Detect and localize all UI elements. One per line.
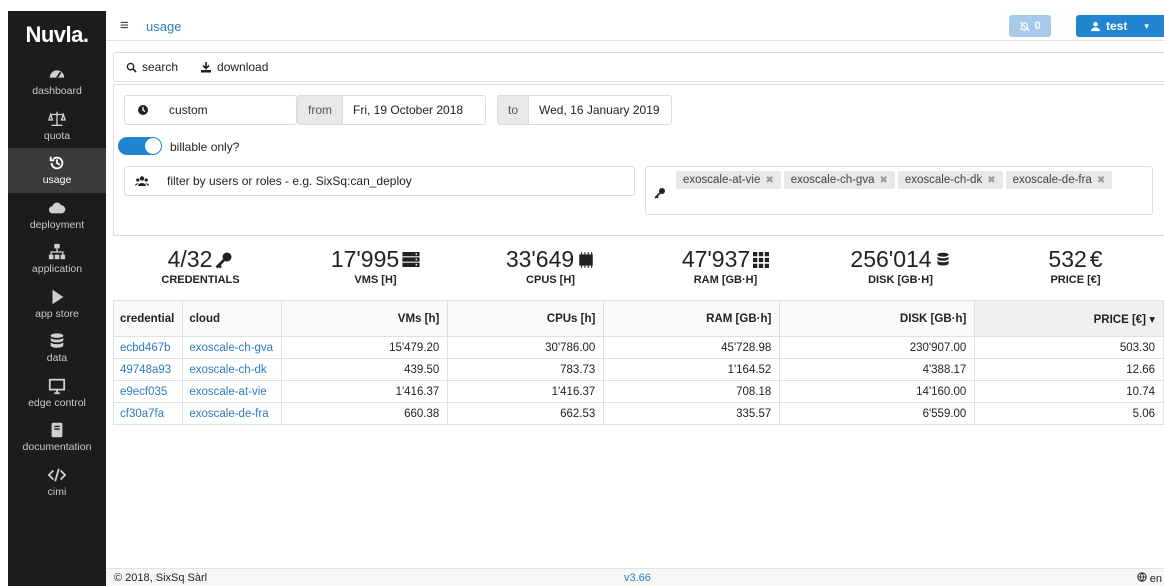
- top-bar: ≡ usage 0 test ▾: [106, 11, 1164, 41]
- search-button[interactable]: search: [126, 60, 178, 74]
- cloud-link[interactable]: exoscale-de-fra: [189, 408, 268, 420]
- clock-icon: [138, 105, 148, 115]
- user-menu-button[interactable]: test ▾: [1076, 15, 1164, 37]
- period-dropdown[interactable]: custom: [124, 95, 297, 125]
- table-row: ecbd467b exoscale-ch-gva 15'479.20 30'78…: [112, 336, 1164, 359]
- column-header-disk[interactable]: DISK [GB·h]: [779, 300, 976, 337]
- globe-icon: [1137, 572, 1147, 582]
- desktop-icon: [48, 378, 66, 394]
- sidebar-item-app-store[interactable]: app store: [8, 282, 106, 327]
- stat-disk: 256'014 DISK [GB·H]: [813, 246, 988, 298]
- cloud-chip[interactable]: exoscale-ch-dk ✖: [897, 171, 1003, 189]
- sitemap-icon: [48, 244, 66, 260]
- key-icon: [654, 188, 665, 199]
- credential-link[interactable]: ecbd467b: [120, 342, 171, 354]
- table-row: e9ecf035 exoscale-at-vie 1'416.37 1'416.…: [112, 380, 1164, 403]
- cloud-chip[interactable]: exoscale-ch-gva ✖: [783, 171, 895, 189]
- close-icon[interactable]: ✖: [879, 175, 887, 186]
- users-filter-input[interactable]: filter by users or roles - e.g. SixSq:ca…: [124, 166, 635, 196]
- column-header-price[interactable]: PRICE [€] ▾: [974, 300, 1164, 337]
- usage-table: credential cloud VMs [h] CPUs [h] RAM [G…: [112, 300, 1164, 425]
- cloud-link[interactable]: exoscale-ch-dk: [189, 364, 266, 376]
- close-icon[interactable]: ✖: [765, 175, 773, 186]
- sidebar-item-documentation[interactable]: documentation: [8, 415, 106, 460]
- users-icon: [135, 176, 149, 186]
- filter-panel: custom from Fri, 19 October 2018 to Wed,…: [113, 84, 1164, 236]
- close-icon[interactable]: ✖: [1097, 175, 1105, 186]
- history-icon: [49, 156, 64, 170]
- user-icon: [1090, 21, 1101, 31]
- sidebar-item-edge-control[interactable]: edge control: [8, 371, 106, 416]
- billable-toggle[interactable]: [118, 137, 162, 155]
- toolbar: search download: [113, 52, 1164, 82]
- column-header-cpus[interactable]: CPUs [h]: [447, 300, 605, 337]
- credential-link[interactable]: 49748a93: [120, 364, 171, 376]
- sort-descending-icon: ▾: [1149, 313, 1155, 326]
- table-row: cf30a7fa exoscale-de-fra 660.38 662.53 3…: [112, 402, 1164, 425]
- book-icon: [51, 423, 63, 438]
- search-icon: [126, 62, 137, 73]
- breadcrumb[interactable]: usage: [146, 19, 181, 34]
- sidebar-item-dashboard[interactable]: dashboard: [8, 59, 106, 104]
- memory-grid-icon: [753, 251, 770, 268]
- cloud-link[interactable]: exoscale-at-vie: [189, 386, 266, 398]
- cloud-chip[interactable]: exoscale-de-fra ✖: [1005, 171, 1113, 189]
- stat-vms: 17'995 VMS [H]: [288, 246, 463, 298]
- sidebar-item-application[interactable]: application: [8, 237, 106, 282]
- nuvla-logo[interactable]: Nuvla.: [8, 11, 106, 59]
- copyright: © 2018, SixSq Sàrl: [114, 572, 208, 584]
- column-header-vms[interactable]: VMs [h]: [281, 300, 449, 337]
- table-row: 49748a93 exoscale-ch-dk 439.50 783.73 1'…: [112, 358, 1164, 381]
- database-icon: [936, 252, 949, 266]
- billable-label: billable only?: [170, 140, 240, 154]
- version-link[interactable]: v3.66: [624, 572, 651, 584]
- credential-link[interactable]: e9ecf035: [120, 386, 167, 398]
- download-button[interactable]: download: [200, 60, 268, 74]
- sidebar-item-quota[interactable]: quota: [8, 104, 106, 149]
- from-date-field[interactable]: from Fri, 19 October 2018: [297, 95, 486, 125]
- code-icon: [48, 468, 66, 482]
- column-header-cloud[interactable]: cloud: [182, 300, 283, 337]
- balance-scale-icon: [48, 111, 66, 126]
- sidebar-item-data[interactable]: data: [8, 326, 106, 371]
- stat-price: 532 € PRICE [€]: [1048, 246, 1103, 286]
- to-date-field[interactable]: to Wed, 16 January 2019: [497, 95, 672, 125]
- key-icon: [215, 252, 232, 268]
- server-icon: [402, 252, 420, 267]
- database-icon: [50, 333, 64, 348]
- stat-ram: 47'937 RAM [GB·H]: [638, 246, 813, 298]
- microchip-icon: [579, 251, 593, 268]
- column-header-ram[interactable]: RAM [GB·h]: [603, 300, 781, 337]
- cloud-chip[interactable]: exoscale-at-vie ✖: [676, 171, 781, 189]
- table-body: ecbd467b exoscale-ch-gva 15'479.20 30'78…: [112, 336, 1164, 425]
- sidebar: Nuvla. dashboard quota usage deployment …: [8, 11, 106, 586]
- play-icon: [52, 289, 64, 304]
- menu-icon[interactable]: ≡: [120, 17, 129, 34]
- stat-credentials: 4/32 CREDENTIALS: [161, 246, 240, 286]
- column-header-credential[interactable]: credential: [112, 300, 184, 337]
- notifications-button[interactable]: 0: [1009, 15, 1051, 37]
- sidebar-item-deployment[interactable]: deployment: [8, 193, 106, 238]
- cloud-link[interactable]: exoscale-ch-gva: [189, 342, 273, 354]
- cloud-chip-list: exoscale-at-vie ✖ exoscale-ch-gva ✖ exoscale…: [676, 171, 1115, 189]
- stat-cpus: 33'649 CPUS [H]: [463, 246, 638, 298]
- euro-icon: €: [1089, 246, 1103, 272]
- clouds-filter-input[interactable]: exoscale-at-vie ✖ exoscale-ch-gva ✖ exoscale…: [645, 166, 1153, 215]
- credential-link[interactable]: cf30a7fa: [120, 408, 164, 420]
- dashboard-icon: [49, 70, 65, 79]
- sidebar-item-usage[interactable]: usage: [8, 148, 106, 193]
- language-selector[interactable]: en: [1137, 572, 1162, 585]
- sidebar-item-cimi[interactable]: cimi: [8, 460, 106, 505]
- table-header-row: credential cloud VMs [h] CPUs [h] RAM [G…: [112, 300, 1164, 337]
- bell-slash-icon: [1019, 21, 1030, 31]
- chevron-down-icon: ▾: [1144, 20, 1149, 31]
- usage-statistics: 4/32 CREDENTIALS 17'995 VMS [H] 33'649 C…: [113, 246, 1164, 298]
- download-icon: [201, 62, 212, 73]
- footer: © 2018, SixSq Sàrl v3.66 en: [106, 568, 1164, 586]
- close-icon[interactable]: ✖: [987, 175, 995, 186]
- cloud-icon: [48, 202, 66, 214]
